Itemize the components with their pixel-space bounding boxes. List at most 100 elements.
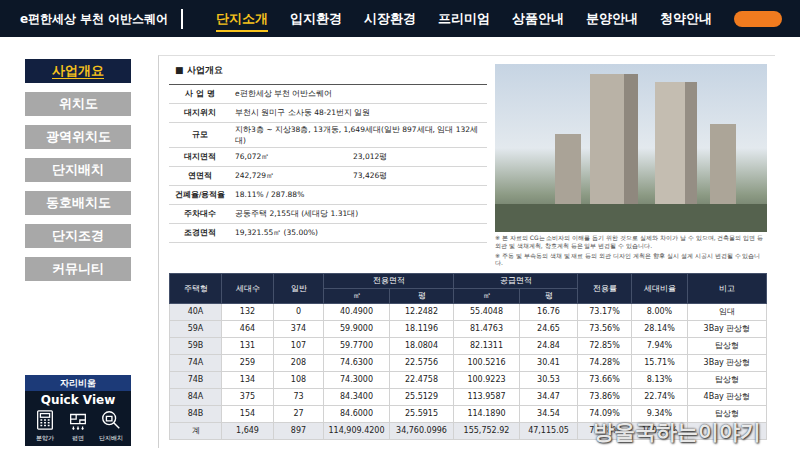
total-cell: 897 xyxy=(274,423,324,440)
main-panel: ■ 사업개요사 업 명e편한세상 부천 어반스퀘어대지위치부천시 원미구 소사동… xyxy=(158,55,775,448)
logo-divider xyxy=(181,9,183,29)
table-cell: 22.4758 xyxy=(390,372,454,389)
table-cell: 탑상형 xyxy=(688,406,767,423)
table-row: 84B1542784.600025.5915114.189034.5474.09… xyxy=(170,406,767,423)
overview-block: ■ 사업개요사 업 명e편한세상 부천 어반스퀘어대지위치부천시 원미구 소사동… xyxy=(169,64,487,267)
column-header: 주택형 xyxy=(170,274,222,304)
table-cell: 84.3400 xyxy=(324,389,390,406)
table-cell: 탑상형 xyxy=(688,338,767,355)
table-cell: 임대 xyxy=(688,304,767,321)
overview-label: 건폐율/용적율 xyxy=(169,188,231,201)
overview-label: 연면적 xyxy=(169,169,231,182)
table-cell: 84A xyxy=(170,389,222,406)
total-cell xyxy=(688,423,767,440)
overview-value: 23,012평 xyxy=(349,150,487,163)
table-cell: 27 xyxy=(274,406,324,423)
table-cell: 40.4900 xyxy=(324,304,390,321)
table-cell: 8.00% xyxy=(632,304,688,321)
overview-value: 지하3층 ~ 지상38층, 13개동, 1,649세대(일반 897세대, 임대… xyxy=(231,123,487,148)
table-cell: 74.6300 xyxy=(324,355,390,372)
table-cell: 114.1890 xyxy=(454,406,520,423)
overview-value: 18.11% / 287.88% xyxy=(231,188,487,201)
table-cell: 59.7700 xyxy=(324,338,390,355)
table-row: 74B13410874.300022.4758100.922330.5373.6… xyxy=(170,372,767,389)
table-cell: 464 xyxy=(222,321,274,338)
table-cell: 25.5129 xyxy=(390,389,454,406)
quick-link[interactable]: 단지배치 xyxy=(94,409,127,442)
nav-item[interactable]: 입지환경 xyxy=(279,0,353,37)
nav-item[interactable]: 분양안내 xyxy=(575,0,649,37)
nav-item[interactable]: 시장환경 xyxy=(353,0,427,37)
table-row: 40A132040.490012.248255.404816.7673.17%8… xyxy=(170,304,767,321)
table-cell: 84.6000 xyxy=(324,406,390,423)
overview-value: 공동주택 2,155대 (세대당 1.31대) xyxy=(231,207,487,220)
table-cell: 100.5216 xyxy=(454,355,520,372)
table-row: 59B13110759.770018.080482.131124.8472.85… xyxy=(170,338,767,355)
nav-item[interactable]: 청약안내 xyxy=(649,0,723,37)
sidebar-item[interactable]: 동호배치도 xyxy=(25,191,131,215)
sub-header: ㎡ xyxy=(454,289,520,304)
table-cell: 59B xyxy=(170,338,222,355)
overview-row: 주차대수공동주택 2,155대 (세대당 1.31대) xyxy=(169,205,487,224)
table-cell: 74B xyxy=(170,372,222,389)
nav-item[interactable]: 단지소개 xyxy=(205,0,279,37)
table-cell: 18.1196 xyxy=(390,321,454,338)
column-header: 세대비율 xyxy=(632,274,688,304)
table-cell: 30.53 xyxy=(520,372,578,389)
table-cell: 55.4048 xyxy=(454,304,520,321)
render-block: ※ 본 자료의 CG는 소비자의 이해를 돕기 위한 것으로 실제와 차이가 날… xyxy=(495,64,767,267)
overview-value: 242,729㎡ xyxy=(231,169,349,182)
sidebar-item[interactable]: 광역위치도 xyxy=(25,125,131,149)
overview-value: 부천시 원미구 소사동 48-21번지 일원 xyxy=(231,106,487,119)
table-row: 84A3757384.340025.5129113.958734.4773.86… xyxy=(170,389,767,406)
menu-pill[interactable] xyxy=(734,11,782,27)
table-cell: 375 xyxy=(222,389,274,406)
quick-view-panel: 자리비움Quick View분양가평면단지배치 xyxy=(25,375,131,446)
overview-table: 사 업 명e편한세상 부천 어반스퀘어대지위치부천시 원미구 소사동 48-21… xyxy=(169,84,487,244)
table-cell: 34.47 xyxy=(520,389,578,406)
table-cell: 73 xyxy=(274,389,324,406)
table-cell: 132 xyxy=(222,304,274,321)
content-area: 사업개요위치도광역위치도단지배치동호배치도단지조경커뮤니티자리비움Quick V… xyxy=(0,37,800,450)
sub-header: 평 xyxy=(520,289,578,304)
sidebar-item[interactable]: 사업개요 xyxy=(25,59,131,83)
sidebar-item[interactable]: 단지배치 xyxy=(25,158,131,182)
sidebar-item[interactable]: 단지조경 xyxy=(25,224,131,248)
overview-label: 사 업 명 xyxy=(169,87,231,100)
section-title: ■ 사업개요 xyxy=(175,64,487,78)
sidebar-item[interactable]: 커뮤니티 xyxy=(25,257,131,281)
overview-row: 연면적242,729㎡73,426평 xyxy=(169,167,487,186)
sidebar-item[interactable]: 위치도 xyxy=(25,92,131,116)
nav-item[interactable]: 상품안내 xyxy=(501,0,575,37)
column-header: 전용률 xyxy=(578,274,632,304)
search-map-icon xyxy=(94,409,127,431)
table-cell: 22.5756 xyxy=(390,355,454,372)
table-cell: 74.3000 xyxy=(324,372,390,389)
table-cell: 259 xyxy=(222,355,274,372)
table-cell: 4Bay 판상형 xyxy=(688,389,767,406)
total-cell: 155,752.92 xyxy=(454,423,520,440)
column-header: 비고 xyxy=(688,274,767,304)
table-cell: 73.86% xyxy=(578,389,632,406)
table-row: 59A46437459.900018.119681.476324.6573.56… xyxy=(170,321,767,338)
quick-link[interactable]: 평면 xyxy=(62,409,95,442)
nav-item[interactable]: 프리미엄 xyxy=(427,0,501,37)
overview-row: 대지위치부천시 원미구 소사동 48-21번지 일원 xyxy=(169,104,487,123)
table-cell: 8.13% xyxy=(632,372,688,389)
overview-label: 대지면적 xyxy=(169,150,231,163)
overview-label: 규모 xyxy=(169,128,231,141)
overview-label: 주차대수 xyxy=(169,207,231,220)
table-cell: 24.65 xyxy=(520,321,578,338)
table-cell: 59A xyxy=(170,321,222,338)
table-cell: 7.94% xyxy=(632,338,688,355)
overview-label: 대지위치 xyxy=(169,106,231,119)
render-note: ※ 본 자료의 CG는 소비자의 이해를 돕기 위한 것으로 실제와 차이가 날… xyxy=(495,234,767,250)
overview-section: ■ 사업개요사 업 명e편한세상 부천 어반스퀘어대지위치부천시 원미구 소사동… xyxy=(169,64,765,267)
table-cell: 30.41 xyxy=(520,355,578,372)
total-cell: 73.78% xyxy=(578,423,632,440)
column-header: 세대수 xyxy=(222,274,274,304)
overview-row: 건폐율/용적율18.11% / 287.88% xyxy=(169,186,487,205)
site-logo[interactable]: e편한세상 부천 어반스퀘어 xyxy=(0,10,169,28)
total-cell: 계 xyxy=(170,423,222,440)
quick-link[interactable]: 분양가 xyxy=(29,409,62,442)
